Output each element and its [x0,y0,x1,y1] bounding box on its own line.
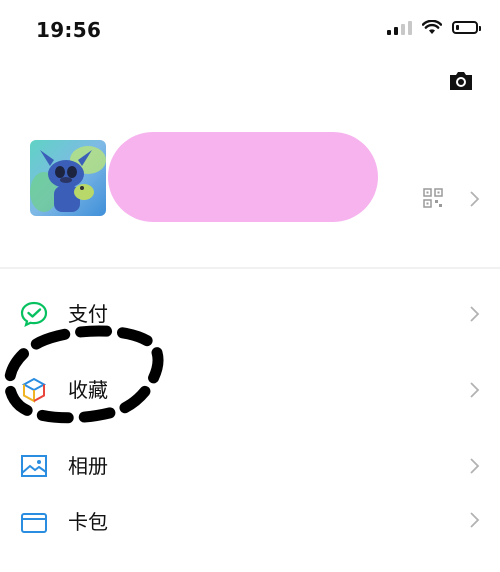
chevron-right-icon [470,306,480,322]
album-icon [21,455,47,477]
chevron-right-icon [470,458,480,474]
avatar[interactable] [30,140,106,216]
section-divider [0,267,500,269]
status-bar: 19:56 [0,0,500,60]
menu-item-label: 支付 [68,302,108,326]
menu-item-album[interactable]: 相册 [0,428,500,496]
menu-item-label: 相册 [68,454,108,478]
favorites-cube-icon [21,377,47,403]
qr-code-icon[interactable] [423,188,443,208]
battery-icon [452,21,481,34]
chevron-right-icon[interactable] [468,190,480,208]
menu-item-label: 收藏 [68,378,108,402]
status-icons [387,20,481,35]
redacted-nickname [108,132,378,222]
card-wallet-icon [21,513,47,533]
wechat-pay-icon [20,301,48,328]
menu-list: 支付 收藏 相册 卡包 [0,276,500,572]
menu-item-pay[interactable]: 支付 [0,276,500,352]
wifi-icon [422,20,442,34]
chevron-right-icon [470,382,480,398]
chevron-right-icon [470,512,480,528]
menu-item-card-wallet[interactable]: 卡包 [0,496,500,572]
profile-header[interactable] [0,120,500,260]
camera-icon[interactable] [448,70,474,92]
status-time: 19:56 [36,18,102,42]
menu-item-favorites[interactable]: 收藏 [0,352,500,428]
cellular-signal-icon [387,20,412,35]
